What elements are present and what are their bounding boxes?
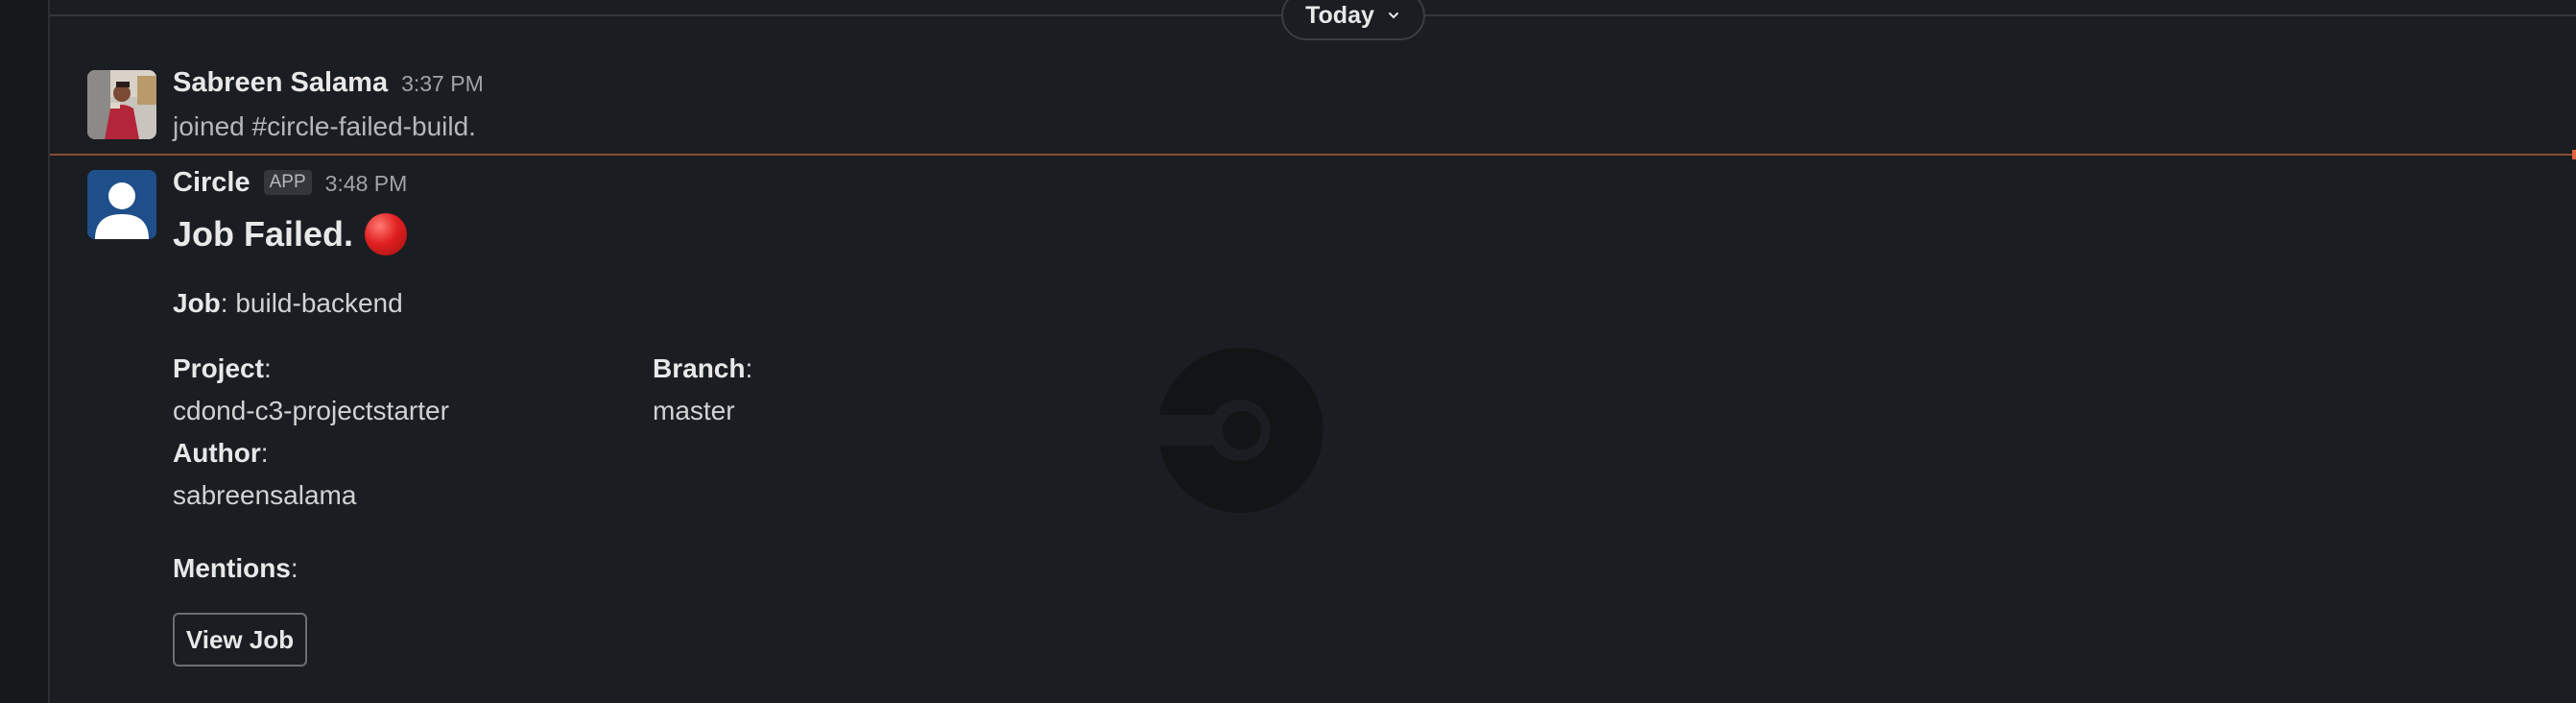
branch-label-field: Branch:	[653, 353, 753, 383]
view-job-button[interactable]: View Job	[173, 613, 307, 667]
new-messages-marker	[2572, 150, 2576, 159]
sidebar-edge	[0, 0, 50, 703]
job-value: build-backend	[235, 288, 403, 318]
branch-label: Branch	[653, 353, 746, 383]
job-status-title: Job Failed.	[173, 213, 408, 255]
message-pane: Today Sabreen Salama 3:37 PM joined #cir…	[50, 0, 2576, 703]
red-circle-icon	[365, 213, 408, 255]
project-value: cdond-c3-projectstarter	[173, 396, 449, 425]
author-value: sabreensalama	[173, 480, 357, 510]
timestamp[interactable]: 3:48 PM	[325, 171, 408, 197]
job-title-text: Job Failed.	[173, 214, 354, 254]
app-avatar[interactable]	[87, 170, 156, 239]
mentions-field: Mentions:	[173, 553, 298, 583]
author-label-field: Author:	[173, 438, 269, 468]
chevron-down-icon	[1388, 12, 1398, 19]
message-header: Circle APP 3:48 PM	[173, 167, 407, 199]
job-label: Job	[173, 288, 221, 318]
sender-name[interactable]: Sabreen Salama	[173, 67, 388, 99]
project-label: Project	[173, 353, 264, 383]
user-photo-icon	[87, 70, 156, 139]
date-divider-button[interactable]: Today	[1281, 0, 1425, 40]
branch-value: master	[653, 396, 735, 425]
default-user-icon	[87, 170, 156, 239]
new-messages-divider	[50, 154, 2576, 156]
message-text: joined #circle-failed-build.	[173, 111, 476, 141]
circleci-logo-icon	[1159, 347, 1324, 513]
author-label: Author	[173, 438, 261, 468]
app-badge: APP	[263, 170, 312, 195]
job-field: Job: build-backend	[173, 288, 403, 318]
avatar[interactable]	[87, 70, 156, 139]
sender-name[interactable]: Circle	[173, 167, 250, 199]
mentions-label: Mentions	[173, 553, 291, 583]
message-header: Sabreen Salama 3:37 PM	[173, 67, 484, 99]
date-divider-label: Today	[1305, 1, 1374, 29]
timestamp[interactable]: 3:37 PM	[401, 71, 484, 97]
project-label-field: Project:	[173, 353, 272, 383]
